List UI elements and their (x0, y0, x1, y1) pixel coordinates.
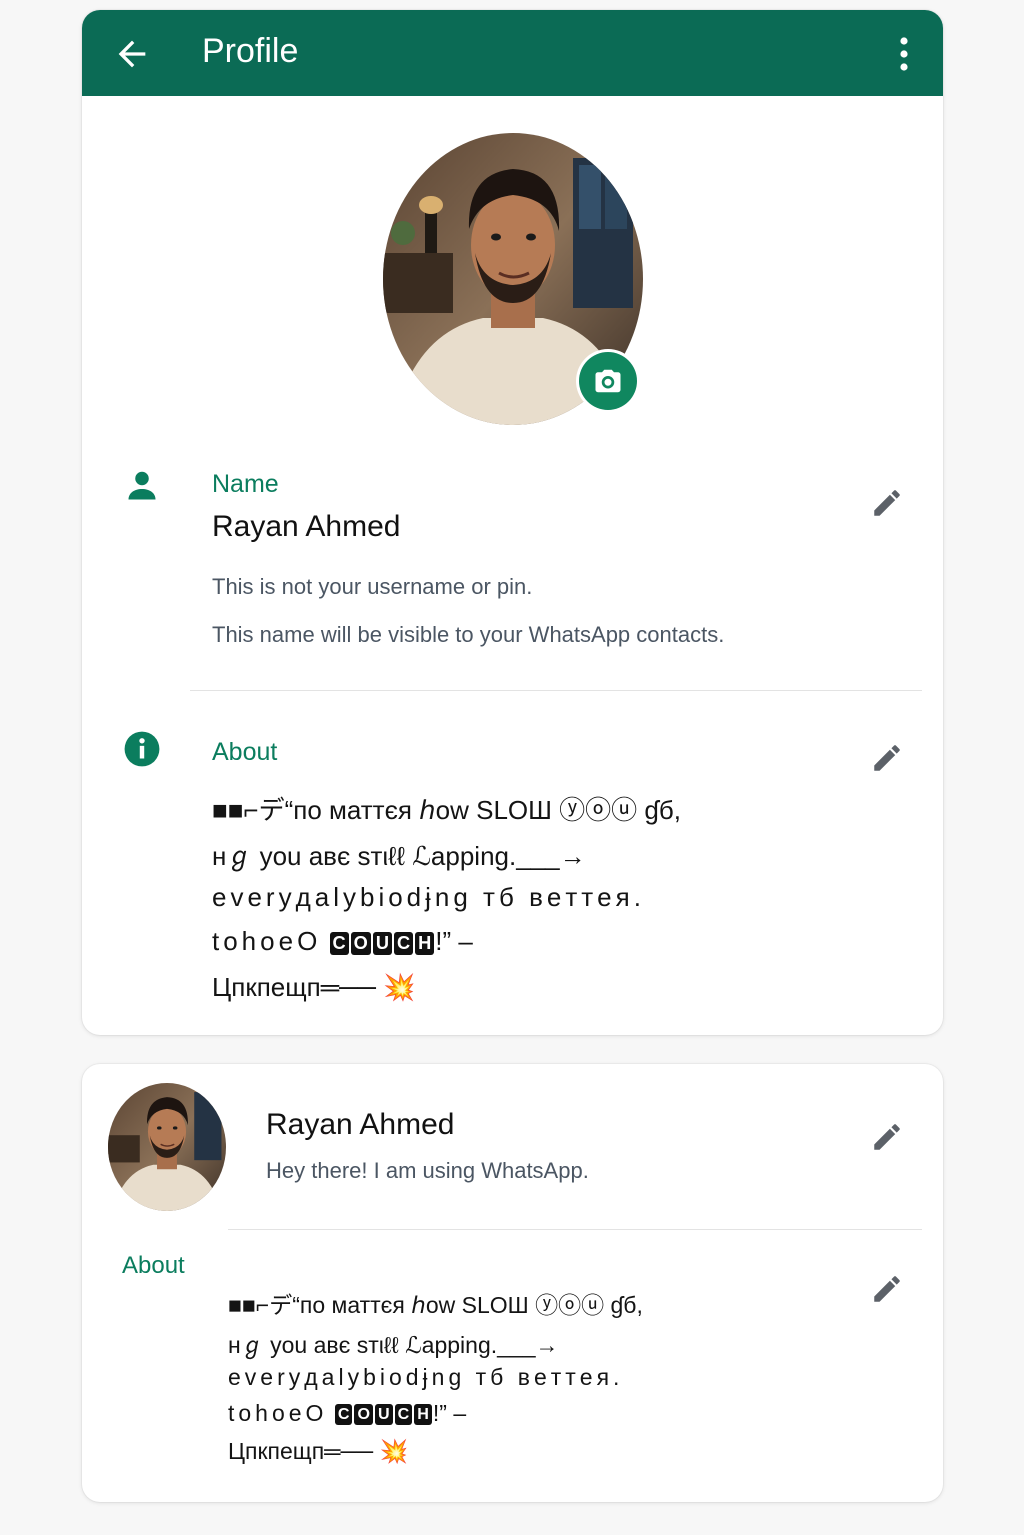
profile-avatar-small[interactable] (108, 1083, 226, 1211)
pencil-icon[interactable] (870, 486, 904, 520)
boxed-letter: U (372, 931, 392, 955)
summary-about-line-4: tohoeO C O U C H!” – (228, 1400, 466, 1427)
about-text-suffix: !” – (435, 926, 473, 956)
boxed-letter: O (350, 931, 371, 955)
about-text-prefix: tohoeO (228, 1400, 328, 1426)
about-text-prefix: tohoeO (212, 926, 322, 956)
about-text-line-5: Цпкпещп═── 💥 (212, 972, 416, 1003)
about-text-suffix: !” – (432, 1400, 467, 1426)
name-label: Name (212, 470, 279, 498)
name-hint-1: This is not your username or pin. (212, 574, 533, 599)
boxed-letters: COUCH (334, 1400, 433, 1426)
boxed-letter: U (375, 1404, 393, 1426)
about-label: About (212, 738, 278, 766)
summary-about-label: About (122, 1252, 185, 1279)
boxed-letter: O (354, 1404, 373, 1426)
explosion-icon: 💥 (383, 972, 416, 1002)
explosion-icon: 💥 (379, 1438, 409, 1464)
divider (190, 690, 922, 691)
about-text-line-4: tohoeO C O U C H!” – (212, 926, 473, 957)
profile-summary-card: Rayan Ahmed Hey there! I am using WhatsA… (82, 1064, 943, 1502)
more-vertical-icon[interactable] (890, 34, 918, 74)
about-text-tail: Цпкпещп═── (212, 972, 376, 1002)
boxed-letter: C (394, 1404, 413, 1426)
camera-icon (595, 369, 621, 393)
summary-about-line-1: ■■⌐デ“по маттєя ℎow SLOШ ⓨⓞⓤ ɠб, (228, 1292, 643, 1318)
change-photo-button[interactable] (579, 352, 637, 410)
name-hint-2: This name will be visible to your WhatsA… (212, 622, 725, 647)
pencil-icon[interactable] (870, 1120, 904, 1154)
about-text-tail: Цпкпещп═── (228, 1438, 374, 1464)
boxed-letter: C (393, 931, 414, 955)
summary-about-line-5: Цпкпещп═── 💥 (228, 1438, 408, 1465)
pencil-icon[interactable] (870, 741, 904, 775)
about-text-line-1: ■■⌐デ“по маттєя ℎow SLOШ ⓨⓞⓤ ɠб, (212, 795, 681, 825)
arrow-left-icon[interactable] (112, 34, 152, 74)
profile-card: Profile Name Rayan Ahmed This is not you… (82, 10, 943, 1035)
page-title: Profile (202, 32, 299, 70)
summary-about-line-3: everyдalybiodɉng тб вeттeя. (228, 1364, 624, 1390)
boxed-letter: H (414, 1404, 432, 1426)
boxed-letter: C (329, 931, 349, 955)
divider (228, 1229, 922, 1230)
app-bar: Profile (82, 10, 943, 96)
summary-name: Rayan Ahmed (266, 1108, 455, 1141)
summary-status: Hey there! I am using WhatsApp. (266, 1158, 589, 1183)
person-icon (128, 471, 156, 500)
boxed-letter: H (415, 931, 435, 955)
boxed-letters: COUCH (329, 926, 436, 956)
summary-about-line-2: нℊ you авє ѕтιℓℓ ℒapping.___→ (228, 1332, 559, 1358)
pencil-icon[interactable] (870, 1272, 904, 1306)
boxed-letter: C (334, 1404, 353, 1426)
about-text-line-2: нℊ you авє ѕтιℓℓ ℒapping.___→ (212, 841, 586, 871)
about-text-line-3: everyдalybiodɉng тб вeттeя. (212, 882, 645, 912)
profile-name: Rayan Ahmed (212, 510, 401, 543)
info-icon (124, 731, 160, 767)
